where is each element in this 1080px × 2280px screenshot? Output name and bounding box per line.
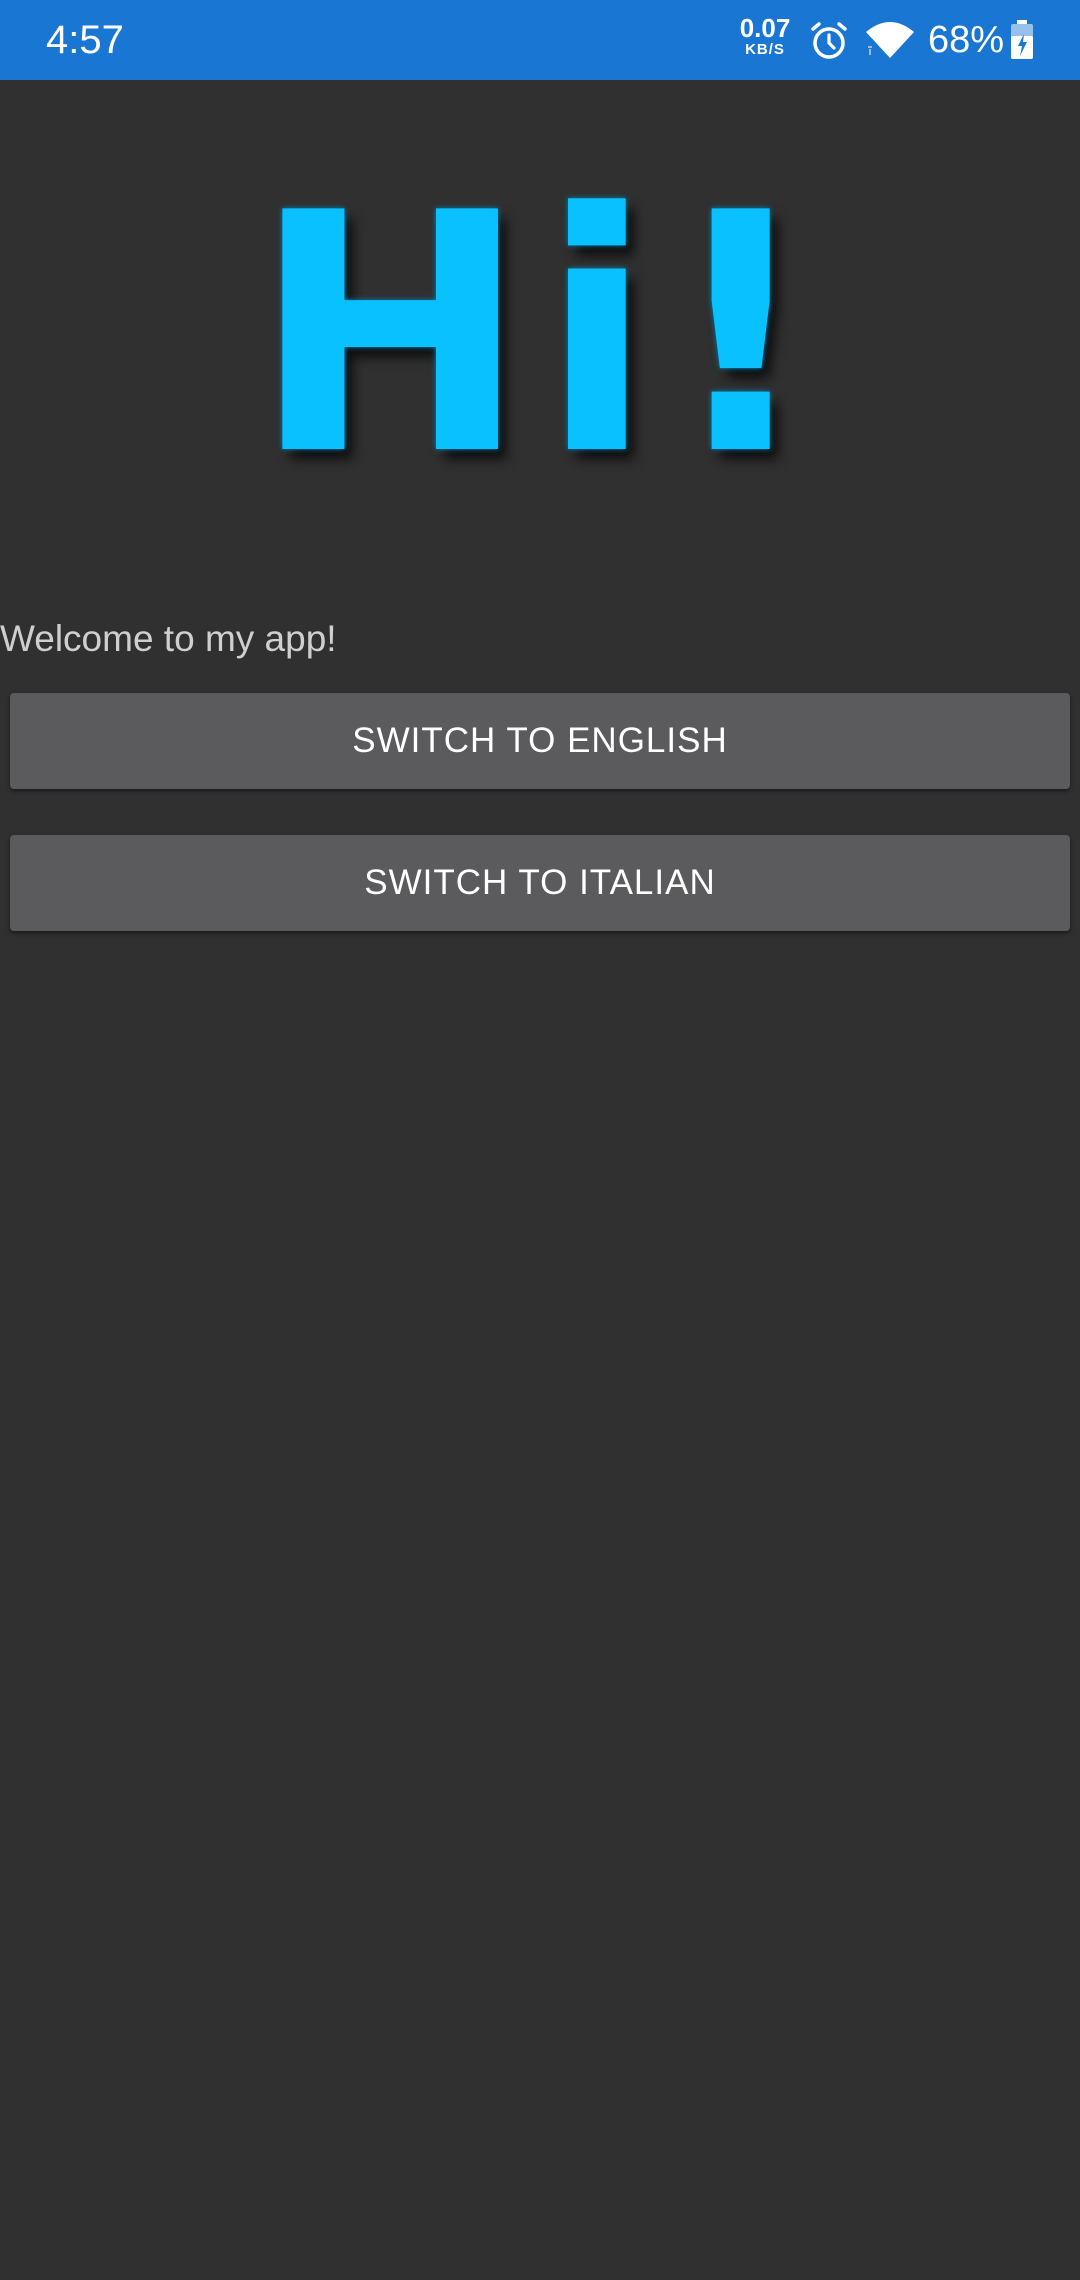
- switch-to-english-button[interactable]: SWITCH TO ENGLISH: [10, 693, 1070, 789]
- network-speed: 0.07 KB/S: [735, 14, 795, 58]
- welcome-message: Welcome to my app!: [0, 618, 337, 659]
- network-speed-value: 0.07: [739, 13, 791, 43]
- battery-charging-icon: [1011, 20, 1033, 59]
- switch-to-italian-button[interactable]: SWITCH TO ITALIAN: [10, 835, 1070, 931]
- battery-percent: 68%: [928, 19, 1005, 61]
- status-time: 4:57: [46, 18, 124, 62]
- hero-greeting: Hi!: [0, 170, 1080, 500]
- wifi-icon: [866, 22, 914, 58]
- hero-greeting-text: Hi!: [252, 143, 828, 527]
- network-speed-unit: KB/S: [745, 41, 785, 58]
- alarm-icon: [811, 22, 847, 59]
- status-bar: 4:57 0.07 KB/S 68%: [0, 0, 1080, 80]
